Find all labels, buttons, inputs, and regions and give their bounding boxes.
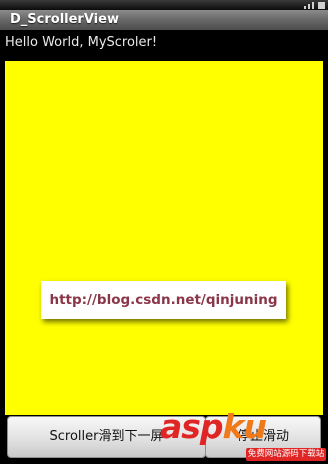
battery-icon <box>318 2 325 9</box>
status-bar <box>0 0 328 10</box>
signal-icon <box>308 4 310 9</box>
scroller-view[interactable] <box>5 61 323 415</box>
signal-icon <box>304 6 306 9</box>
stop-scroll-button[interactable]: 停止滑动 <box>205 416 321 458</box>
next-screen-button[interactable]: Scroller滑到下一屏 <box>7 416 206 458</box>
url-label: http://blog.csdn.net/qinjuning <box>41 281 286 319</box>
app-title: D_ScrollerView <box>0 10 328 30</box>
hello-text: Hello World, MyScroler! <box>5 35 158 50</box>
signal-icon <box>312 2 314 9</box>
status-icons <box>304 1 325 9</box>
